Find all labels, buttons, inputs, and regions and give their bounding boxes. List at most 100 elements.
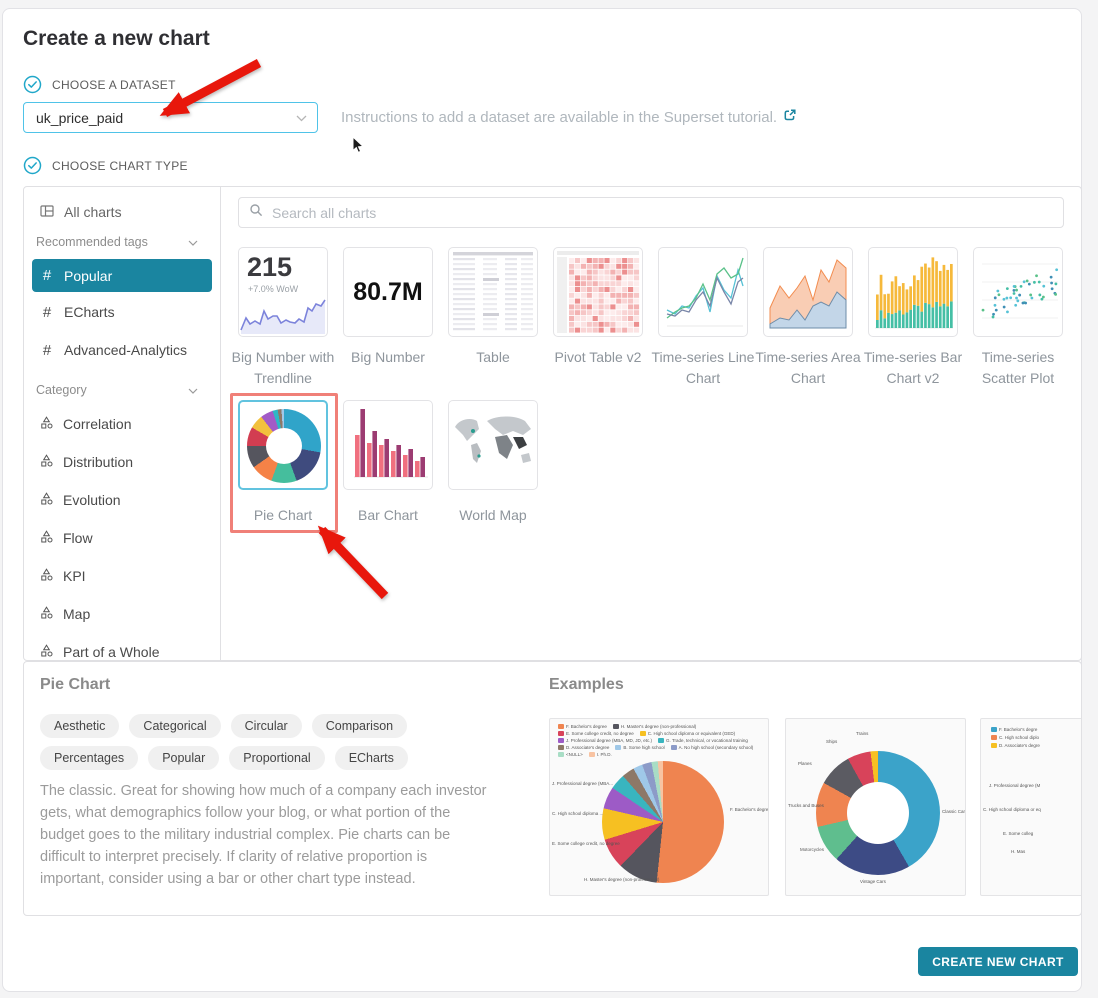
- chart-type-big-number-trendline[interactable]: 215 +7.0% WoW: [238, 247, 328, 337]
- example-pie-graphic: [602, 761, 724, 883]
- legend-chip: [558, 752, 564, 757]
- tag-pill: Popular: [148, 746, 219, 770]
- legend-chip: [558, 738, 564, 743]
- tile-label: Time-series Area Chart: [755, 347, 861, 389]
- group-category[interactable]: Category: [36, 383, 208, 397]
- category-icon: [40, 492, 53, 508]
- group-recommended-tags[interactable]: Recommended tags: [36, 235, 208, 249]
- legend-entry: H. Master's degree (non-professional): [613, 724, 696, 729]
- examples-title: Examples: [549, 676, 624, 694]
- donut-slice-label: Trains: [856, 731, 868, 736]
- legend-chip: [558, 731, 564, 736]
- ts-bar-thumb: [869, 248, 957, 336]
- sidebar-item-flow[interactable]: Flow: [32, 523, 212, 553]
- legend-entry: G. Trade, technical, or vocational train…: [658, 738, 748, 743]
- preview-number: 215: [247, 252, 292, 283]
- tile-label: Bar Chart: [335, 505, 441, 526]
- tile-label: World Map: [440, 505, 546, 526]
- legend-entry: D. Associate's degree: [558, 745, 609, 750]
- legend-chip: [589, 752, 595, 757]
- check-circle-icon: [23, 156, 42, 175]
- selected-chart-title: Pie Chart: [40, 676, 110, 694]
- sidebar-item-all-charts[interactable]: All charts: [32, 197, 212, 227]
- tile-label: Pie Chart: [230, 505, 336, 526]
- sidebar-item-advanced-analytics[interactable]: # Advanced-Analytics: [32, 335, 212, 365]
- sidebar-item-map[interactable]: Map: [32, 599, 212, 629]
- pie-chart-thumb: [247, 409, 321, 483]
- world-map-thumb: [449, 401, 537, 489]
- example-legend: F. Bachelor's degree H. Master's degree (…: [558, 724, 764, 757]
- sidebar-item-distribution[interactable]: Distribution: [32, 447, 212, 477]
- sidebar-item-evolution[interactable]: Evolution: [32, 485, 212, 515]
- hash-icon: #: [40, 342, 54, 359]
- chart-type-ts-bar[interactable]: [868, 247, 958, 337]
- pie-slice-label: E. Some colleg: [1003, 831, 1033, 836]
- category-icon: [40, 530, 53, 546]
- sidebar-item-kpi[interactable]: KPI: [32, 561, 212, 591]
- sidebar-item-label: Popular: [64, 268, 112, 284]
- chart-type-ts-area[interactable]: [763, 247, 853, 337]
- chart-type-ts-line[interactable]: [658, 247, 748, 337]
- legend-entry: D. Associate's degre: [991, 743, 1040, 748]
- create-chart-card: Create a new chart CHOOSE A DATASET uk_p…: [2, 8, 1082, 992]
- sidebar-item-popular[interactable]: # Popular: [32, 259, 212, 292]
- example-donut-graphic: [816, 751, 940, 875]
- search-input[interactable]: [270, 204, 1053, 222]
- chevron-down-icon: [188, 383, 198, 397]
- example-pie-image: F. Bachelor's degree H. Master's degree (…: [549, 718, 769, 896]
- sidebar-item-echarts[interactable]: # ECharts: [32, 297, 212, 327]
- tag-pill: Percentages: [40, 746, 138, 770]
- tag-pill: Circular: [231, 714, 302, 738]
- ts-line-thumb: [659, 248, 747, 336]
- tile-label: Time-series Line Chart: [650, 347, 756, 389]
- legend-chip: [640, 731, 646, 736]
- legend-entry: C. High school diploma or equivalent (GE…: [640, 731, 735, 736]
- choose-dataset-label: CHOOSE A DATASET: [52, 78, 176, 92]
- chart-type-pivot-table[interactable]: [553, 247, 643, 337]
- pie-slice-label: H. Mas: [1011, 849, 1025, 854]
- tile-label: Table: [440, 347, 546, 368]
- pie-slice-label: C. High school diploma ...: [552, 811, 603, 816]
- chart-type-gallery: 215 +7.0% WoW 80.7M: [221, 187, 1081, 660]
- chart-type-table[interactable]: [448, 247, 538, 337]
- hash-icon: #: [40, 304, 54, 321]
- chart-description: The classic. Great for showing how much …: [40, 780, 492, 890]
- preview-sub: +7.0% WoW: [248, 284, 298, 294]
- donut-slice-label: Vintage Cars: [860, 879, 886, 884]
- legend-entry: J. Professional degree (MBA, MD, JD, etc…: [558, 738, 652, 743]
- legend-entry: B. Some high school: [615, 745, 664, 750]
- chart-type-ts-scatter[interactable]: [973, 247, 1063, 337]
- tags-row: Percentages Popular Proportional ECharts: [40, 746, 408, 770]
- legend-entry: E. Some college credit, no degree: [558, 731, 634, 736]
- tag-pill: Aesthetic: [40, 714, 119, 738]
- legend-chip: [991, 735, 997, 740]
- tile-label: Big Number: [335, 347, 441, 368]
- chart-type-world-map[interactable]: [448, 400, 538, 490]
- sidebar-item-correlation[interactable]: Correlation: [32, 409, 212, 439]
- group-label: Recommended tags: [36, 235, 148, 249]
- create-new-chart-button[interactable]: CREATE NEW CHART: [918, 947, 1078, 976]
- table-thumb: [449, 248, 537, 336]
- chevron-down-icon: [188, 235, 198, 249]
- sidebar-item-label: Flow: [63, 530, 93, 546]
- chart-type-bar-chart[interactable]: [343, 400, 433, 490]
- legend-entry: A. No high school (secondary school): [671, 745, 754, 750]
- chart-type-big-number[interactable]: 80.7M: [343, 247, 433, 337]
- legend-entry: F. Bachelor's degre: [991, 727, 1040, 732]
- choose-chart-type-step: CHOOSE CHART TYPE: [23, 156, 188, 175]
- big-number-trendline-thumb: 215 +7.0% WoW: [239, 248, 327, 336]
- example-legend: F. Bachelor's degreC. High school diploD…: [991, 727, 1040, 748]
- pie-slice-label: C. High school diploma or eq: [983, 807, 1041, 812]
- legend-entry: F. Bachelor's degree: [558, 724, 607, 729]
- tile-label: Time-series Bar Chart v2: [860, 347, 966, 389]
- category-icon: [40, 416, 53, 432]
- chart-type-pie-chart[interactable]: [238, 400, 328, 490]
- legend-chip: [658, 738, 664, 743]
- sidebar-item-label: KPI: [63, 568, 86, 584]
- external-link-icon[interactable]: [783, 108, 797, 126]
- dataset-select[interactable]: uk_price_paid: [23, 102, 318, 133]
- legend-chip: [558, 724, 564, 729]
- tags-row: Aesthetic Categorical Circular Compariso…: [40, 714, 407, 738]
- chart-search[interactable]: [238, 197, 1064, 228]
- legend-chip: [613, 724, 619, 729]
